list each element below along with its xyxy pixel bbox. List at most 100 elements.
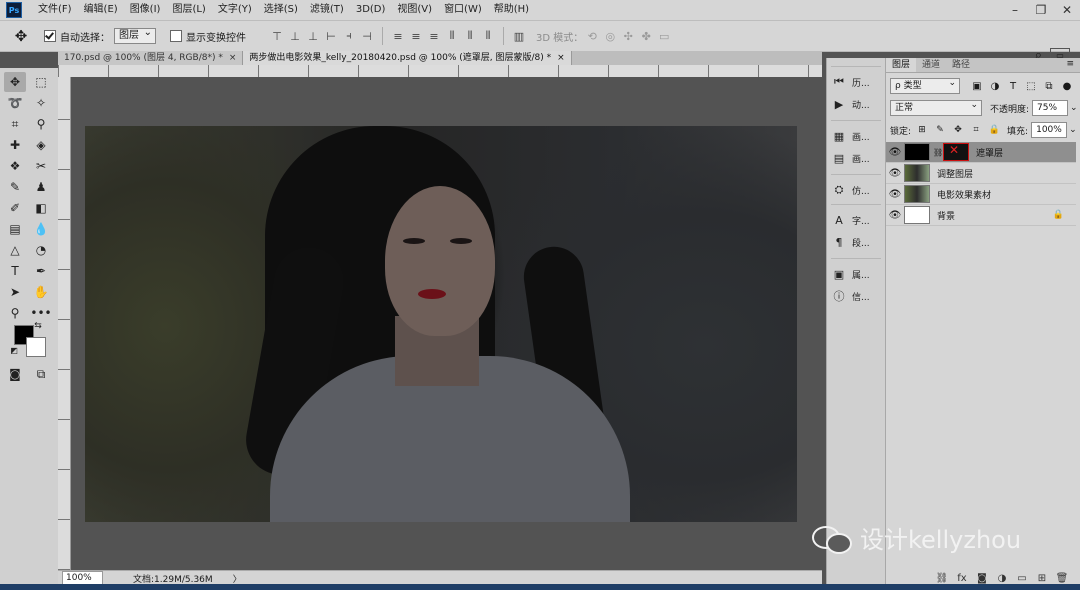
zoom-tool-icon[interactable]: ⚲ bbox=[4, 303, 26, 323]
distribute-right-icon[interactable]: ⫴ bbox=[479, 27, 497, 45]
3d-roll-icon[interactable]: ◎ bbox=[601, 27, 619, 45]
canvas-area[interactable] bbox=[71, 77, 822, 570]
menu-help[interactable]: 帮助(H) bbox=[488, 0, 535, 20]
clone-stamp-icon[interactable]: ♟ bbox=[30, 177, 52, 197]
new-layer-icon[interactable]: ⊞ bbox=[1032, 573, 1052, 584]
new-group-icon[interactable]: ▭ bbox=[1012, 573, 1032, 584]
layer-name[interactable]: 背景 bbox=[937, 209, 955, 222]
menu-window[interactable]: 窗口(W) bbox=[438, 0, 488, 20]
tab-channels[interactable]: 通道 bbox=[916, 58, 946, 72]
pattern-tool-icon[interactable]: ✂ bbox=[30, 156, 52, 176]
blend-mode-dropdown[interactable]: 正常 bbox=[890, 98, 982, 116]
distribute-bottom-icon[interactable]: ≡ bbox=[425, 27, 443, 45]
filter-toggle-icon[interactable]: ● bbox=[1060, 81, 1074, 92]
layer-name[interactable]: 电影效果素材 bbox=[937, 188, 991, 201]
tab-document-1[interactable]: 170.psd @ 100% (图层 4, RGB/8*) * × bbox=[58, 51, 244, 65]
zoom-field[interactable]: 100% bbox=[62, 571, 103, 585]
distribute-hcenter-icon[interactable]: ⫴ bbox=[461, 27, 479, 45]
minimize-button[interactable]: – bbox=[1002, 0, 1028, 20]
adjustment-layer-icon[interactable]: ◑ bbox=[992, 573, 1012, 584]
distribute-left-icon[interactable]: ⫴ bbox=[443, 27, 461, 45]
filter-shape-icon[interactable]: ⬚ bbox=[1024, 81, 1038, 92]
auto-align-icon[interactable]: ▥ bbox=[510, 27, 528, 45]
filter-smart-icon[interactable]: ⧉ bbox=[1042, 81, 1056, 92]
show-transform-checkbox[interactable] bbox=[170, 30, 182, 42]
dock-history[interactable]: ⏮ 历... bbox=[831, 71, 881, 93]
layer-name[interactable]: 遮罩层 bbox=[976, 146, 1003, 159]
background-color-swatch[interactable] bbox=[26, 337, 46, 357]
brush-tool-icon[interactable]: ✎ bbox=[4, 177, 26, 197]
auto-select-checkbox[interactable] bbox=[44, 30, 56, 42]
lock-all-icon[interactable]: 🔒 bbox=[987, 125, 1001, 135]
crop-tool-icon[interactable]: ⌗ bbox=[4, 114, 26, 134]
fill-field[interactable]: 100% bbox=[1031, 122, 1068, 138]
stamp-tool-icon[interactable]: ❖ bbox=[4, 156, 26, 176]
dock-actions[interactable]: ▶ 动... bbox=[831, 93, 881, 115]
3d-pan-icon[interactable]: ✣ bbox=[619, 27, 637, 45]
align-vcenter-icon[interactable]: ⊥ bbox=[286, 27, 304, 45]
path-select-icon[interactable]: ➤ bbox=[4, 282, 26, 302]
restore-button[interactable]: ❐ bbox=[1028, 0, 1054, 20]
magic-wand-icon[interactable]: ✧ bbox=[30, 93, 52, 113]
3d-rotate-icon[interactable]: ⟲ bbox=[583, 27, 601, 45]
menu-select[interactable]: 选择(S) bbox=[258, 0, 304, 20]
align-top-icon[interactable]: ⊤ bbox=[268, 27, 286, 45]
align-bottom-icon[interactable]: ⊥ bbox=[304, 27, 322, 45]
status-menu-arrow[interactable]: 〉 bbox=[233, 572, 242, 585]
layer-mask-thumbnail[interactable] bbox=[943, 143, 969, 161]
screen-mode-icon[interactable]: ⧉ bbox=[30, 364, 52, 384]
filter-pixel-icon[interactable]: ▣ bbox=[970, 81, 984, 92]
layer-row[interactable]: 👁 调整图层 bbox=[886, 163, 1076, 184]
visibility-eye-icon[interactable]: 👁 bbox=[886, 147, 904, 158]
menu-filter[interactable]: 滤镜(T) bbox=[304, 0, 350, 20]
visibility-eye-icon[interactable]: 👁 bbox=[886, 189, 904, 200]
pen-tool-icon[interactable]: ✒ bbox=[30, 261, 52, 281]
eraser-tool-icon[interactable]: ◧ bbox=[30, 198, 52, 218]
tab-layers[interactable]: 图层 bbox=[886, 58, 917, 72]
dock-info[interactable]: ⓘ 信... bbox=[831, 285, 881, 307]
align-left-icon[interactable]: ⊢ bbox=[322, 27, 340, 45]
dock-properties[interactable]: ▣ 属... bbox=[831, 263, 881, 285]
tab-document-2[interactable]: 两步做出电影效果_kelly_20180420.psd @ 100% (遮罩层,… bbox=[243, 51, 572, 65]
move-tool-icon[interactable]: ✥ bbox=[4, 72, 26, 92]
layer-row[interactable]: 👁 背景 🔒 bbox=[886, 205, 1076, 226]
lock-image-icon[interactable]: ✎ bbox=[933, 125, 947, 135]
layer-name[interactable]: 调整图层 bbox=[937, 167, 973, 180]
default-colors-icon[interactable]: ◩ bbox=[8, 344, 20, 356]
lock-transparent-icon[interactable]: ⊞ bbox=[915, 125, 929, 135]
distribute-top-icon[interactable]: ≡ bbox=[389, 27, 407, 45]
visibility-eye-icon[interactable]: 👁 bbox=[886, 210, 904, 221]
visibility-eye-icon[interactable]: 👁 bbox=[886, 168, 904, 179]
trash-icon[interactable]: 🗑 bbox=[1052, 573, 1072, 584]
tab-close-icon[interactable]: × bbox=[229, 53, 237, 63]
dock-character[interactable]: A 字... bbox=[831, 209, 881, 231]
panel-menu-icon[interactable]: ≡ bbox=[1066, 59, 1074, 69]
sponge-tool-icon[interactable]: ◔ bbox=[30, 240, 52, 260]
layer-row[interactable]: 👁 电影效果素材 bbox=[886, 184, 1076, 205]
auto-select-dropdown[interactable]: 图层 bbox=[114, 26, 156, 44]
eyedropper-icon[interactable]: ⚲ bbox=[30, 114, 52, 134]
hand-tool-icon[interactable]: ✋ bbox=[30, 282, 52, 302]
swap-colors-icon[interactable]: ⇆ bbox=[32, 320, 44, 332]
dock-clone-source[interactable]: ⛭ 仿... bbox=[831, 179, 881, 201]
tab-close-icon[interactable]: × bbox=[557, 53, 565, 63]
spot-healing-icon[interactable]: ◈ bbox=[30, 135, 52, 155]
fill-chevron-icon[interactable]: ⌄ bbox=[1069, 125, 1077, 135]
3d-scale-icon[interactable]: ▭ bbox=[655, 27, 673, 45]
opacity-chevron-icon[interactable]: ⌄ bbox=[1070, 103, 1078, 113]
lock-artboard-icon[interactable]: ⌗ bbox=[969, 125, 983, 135]
dock-paragraph[interactable]: ¶ 段... bbox=[831, 231, 881, 253]
menu-3d[interactable]: 3D(D) bbox=[350, 0, 392, 20]
menu-edit[interactable]: 编辑(E) bbox=[78, 0, 124, 20]
menu-layer[interactable]: 图层(L) bbox=[166, 0, 211, 20]
menu-type[interactable]: 文字(Y) bbox=[212, 0, 258, 20]
healing-brush-icon[interactable]: ✚ bbox=[4, 135, 26, 155]
3d-slide-icon[interactable]: ✤ bbox=[637, 27, 655, 45]
lasso-tool-icon[interactable]: ➰ bbox=[4, 93, 26, 113]
dock-brush[interactable]: ▦ 画... bbox=[831, 125, 881, 147]
dock-brush-presets[interactable]: ▤ 画... bbox=[831, 147, 881, 169]
mask-link-icon[interactable]: ⛓ bbox=[933, 148, 943, 157]
distribute-vcenter-icon[interactable]: ≡ bbox=[407, 27, 425, 45]
blur-tool-icon[interactable]: 💧 bbox=[30, 219, 52, 239]
layer-style-icon[interactable]: fx bbox=[952, 573, 972, 584]
